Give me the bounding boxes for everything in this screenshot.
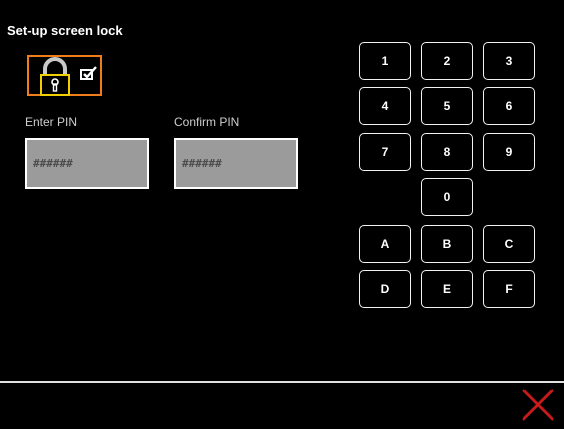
key-0[interactable]: 0 — [421, 178, 473, 216]
checkbox-icon — [80, 66, 97, 80]
key-3[interactable]: 3 — [483, 42, 535, 80]
close-button[interactable] — [519, 386, 557, 424]
key-2[interactable]: 2 — [421, 42, 473, 80]
key-9[interactable]: 9 — [483, 133, 535, 171]
key-4[interactable]: 4 — [359, 87, 411, 125]
key-8[interactable]: 8 — [421, 133, 473, 171]
enter-pin-field[interactable] — [25, 138, 149, 189]
bottom-bar-divider — [0, 381, 564, 383]
key-d[interactable]: D — [359, 270, 411, 308]
enter-pin-label: Enter PIN — [25, 115, 78, 129]
key-6[interactable]: 6 — [483, 87, 535, 125]
key-5[interactable]: 5 — [421, 87, 473, 125]
key-b[interactable]: B — [421, 225, 473, 263]
key-c[interactable]: C — [483, 225, 535, 263]
key-f[interactable]: F — [483, 270, 535, 308]
lock-option-button[interactable] — [27, 55, 102, 96]
key-1[interactable]: 1 — [359, 42, 411, 80]
key-7[interactable]: 7 — [359, 133, 411, 171]
key-a[interactable]: A — [359, 225, 411, 263]
key-e[interactable]: E — [421, 270, 473, 308]
confirm-pin-label: Confirm PIN — [174, 115, 240, 129]
close-icon — [522, 389, 554, 421]
page-title: Set-up screen lock — [7, 23, 123, 38]
confirm-pin-field[interactable] — [174, 138, 298, 189]
screen-lock-setup: Set-up screen lock Enter PIN Confirm PIN… — [0, 0, 564, 425]
